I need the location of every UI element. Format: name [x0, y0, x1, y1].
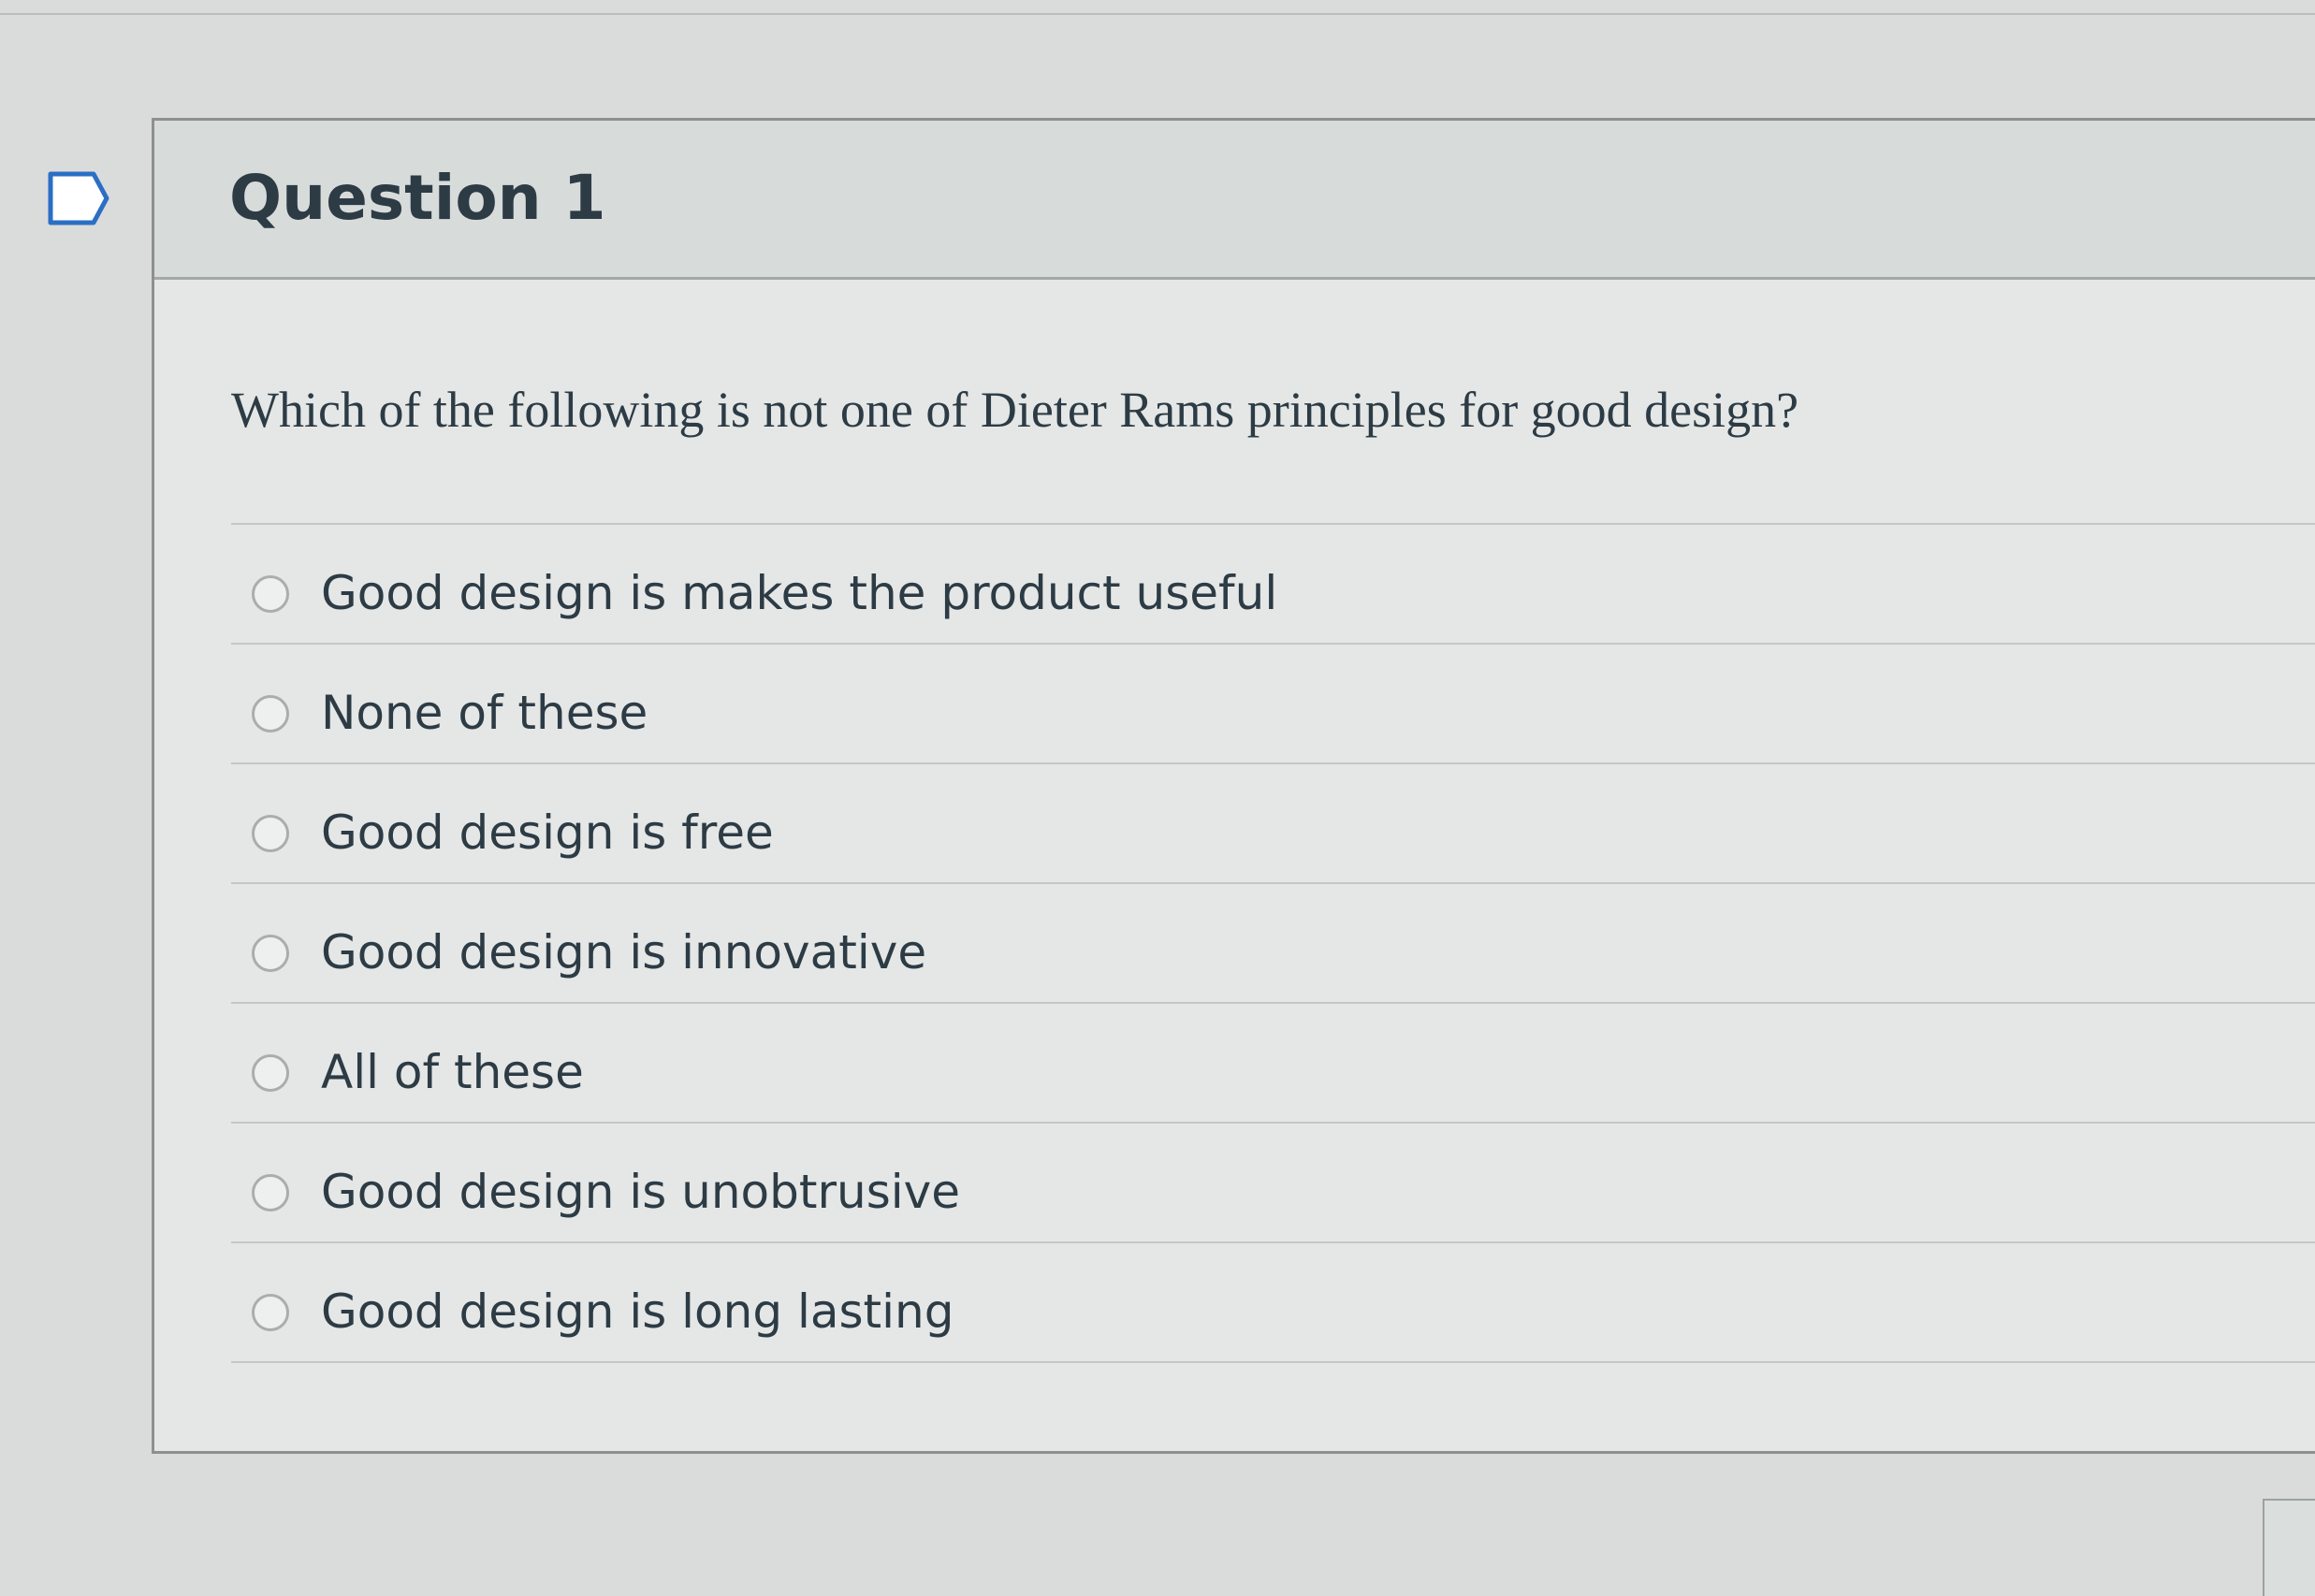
- radio-button[interactable]: [252, 575, 289, 613]
- answer-label[interactable]: Good design is makes the product useful: [321, 566, 1277, 620]
- answer-option[interactable]: Good design is innovative: [231, 884, 2315, 1004]
- radio-button[interactable]: [252, 1054, 289, 1092]
- answer-option[interactable]: Good design is free: [231, 764, 2315, 884]
- answer-option[interactable]: Good design is unobtrusive: [231, 1124, 2315, 1243]
- radio-button[interactable]: [252, 1294, 289, 1331]
- flag-question-icon[interactable]: [47, 170, 112, 226]
- answer-label[interactable]: All of these: [321, 1045, 584, 1099]
- next-panel-edge: [2263, 1499, 2315, 1596]
- radio-button[interactable]: [252, 1174, 289, 1212]
- answer-label[interactable]: Good design is free: [321, 805, 774, 860]
- answer-option[interactable]: Good design is makes the product useful: [231, 525, 2315, 645]
- answer-list: Good design is makes the product useful …: [231, 523, 2315, 1363]
- answer-label[interactable]: Good design is innovative: [321, 925, 926, 979]
- top-divider: [0, 13, 2315, 15]
- answer-label[interactable]: Good design is unobtrusive: [321, 1165, 960, 1219]
- answer-label[interactable]: Good design is long lasting: [321, 1284, 954, 1339]
- question-prompt: Which of the following is not one of Die…: [231, 382, 1799, 438]
- radio-button[interactable]: [252, 695, 289, 733]
- question-header: Question 1: [154, 121, 2315, 280]
- answer-option[interactable]: All of these: [231, 1004, 2315, 1124]
- answer-label[interactable]: None of these: [321, 686, 648, 740]
- answer-option[interactable]: Good design is long lasting: [231, 1243, 2315, 1363]
- question-title: Question 1: [229, 162, 606, 234]
- radio-button[interactable]: [252, 815, 289, 852]
- radio-button[interactable]: [252, 935, 289, 972]
- answer-option[interactable]: None of these: [231, 645, 2315, 764]
- question-card: Question 1 Which of the following is not…: [152, 118, 2315, 1454]
